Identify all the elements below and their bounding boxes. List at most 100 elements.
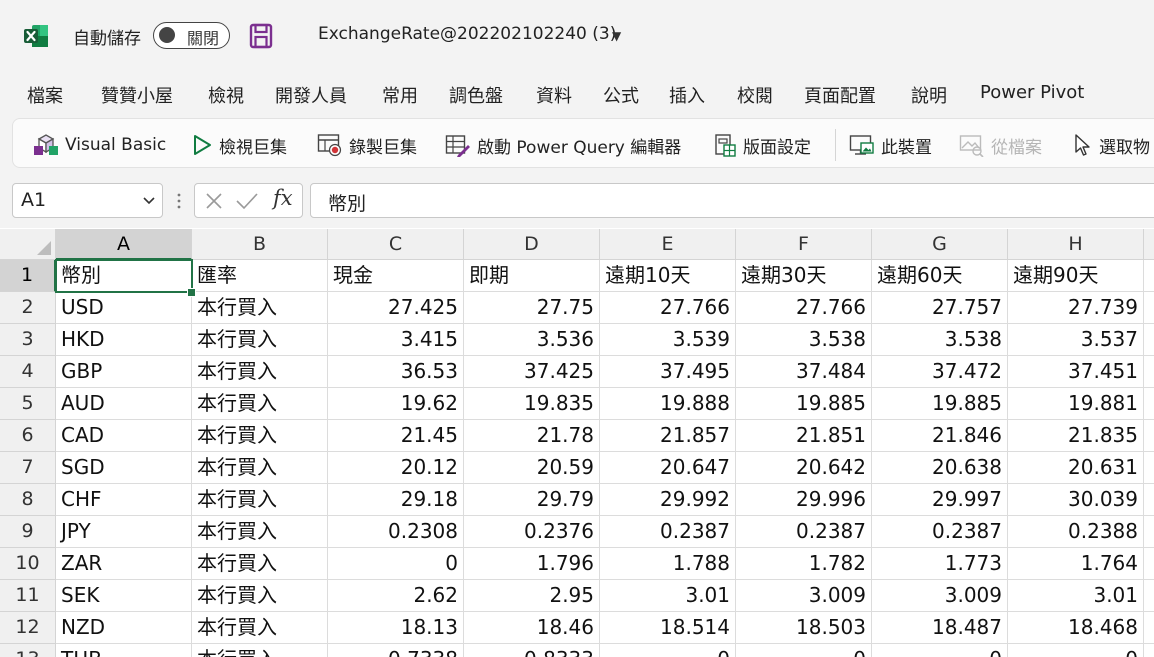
menu-insert[interactable]: 插入 (669, 82, 705, 108)
cell-c8[interactable]: 29.18 (328, 484, 464, 516)
chevron-down-icon[interactable] (141, 192, 157, 208)
autosave-toggle[interactable]: 關閉 (153, 22, 230, 49)
cell-h11[interactable]: 3.01 (1008, 580, 1144, 612)
row-header-12[interactable]: 12 (0, 612, 56, 644)
cancel-icon[interactable] (205, 192, 223, 210)
menu-zanzan[interactable]: 贊贊小屋 (101, 82, 173, 108)
cell-d1[interactable]: 即期 (464, 260, 600, 292)
cell-c7[interactable]: 20.12 (328, 452, 464, 484)
cell-a13[interactable]: THB (56, 644, 192, 657)
cell-h5[interactable]: 19.881 (1008, 388, 1144, 420)
cell-f1[interactable]: 遠期30天 (736, 260, 872, 292)
cell-d7[interactable]: 20.59 (464, 452, 600, 484)
cell-d10[interactable]: 1.796 (464, 548, 600, 580)
menu-power-pivot[interactable]: Power Pivot (980, 82, 1084, 103)
cell-partial[interactable] (1144, 548, 1154, 580)
view-macros-button[interactable]: 檢視巨集 (191, 131, 287, 159)
cell-f8[interactable]: 29.996 (736, 484, 872, 516)
menu-home[interactable]: 常用 (382, 82, 418, 108)
row-header-7[interactable]: 7 (0, 452, 56, 484)
cell-partial[interactable] (1144, 324, 1154, 356)
cell-b9[interactable]: 本行買入 (192, 516, 328, 548)
cell-e13[interactable]: 0 (600, 644, 736, 657)
cell-c2[interactable]: 27.425 (328, 292, 464, 324)
fill-handle[interactable] (187, 288, 196, 297)
row-header-2[interactable]: 2 (0, 292, 56, 324)
cell-f9[interactable]: 0.2387 (736, 516, 872, 548)
cell-h9[interactable]: 0.2388 (1008, 516, 1144, 548)
cell-h8[interactable]: 30.039 (1008, 484, 1144, 516)
cell-d2[interactable]: 27.75 (464, 292, 600, 324)
cell-h2[interactable]: 27.739 (1008, 292, 1144, 324)
select-objects-button[interactable]: 選取物 (1071, 131, 1150, 159)
cell-f12[interactable]: 18.503 (736, 612, 872, 644)
formula-input[interactable]: 幣別 (310, 183, 1154, 218)
menu-page-layout[interactable]: 頁面配置 (804, 82, 876, 108)
row-header-10[interactable]: 10 (0, 548, 56, 580)
cell-f7[interactable]: 20.642 (736, 452, 872, 484)
column-header-e[interactable]: E (600, 229, 736, 260)
cell-g3[interactable]: 3.538 (872, 324, 1008, 356)
cell-h10[interactable]: 1.764 (1008, 548, 1144, 580)
cell-partial[interactable] (1144, 612, 1154, 644)
from-file-button[interactable]: 從檔案 (959, 131, 1042, 159)
cell-d9[interactable]: 0.2376 (464, 516, 600, 548)
cell-h3[interactable]: 3.537 (1008, 324, 1144, 356)
column-header-partial[interactable] (1144, 229, 1154, 260)
cell-e3[interactable]: 3.539 (600, 324, 736, 356)
column-header-d[interactable]: D (464, 229, 600, 260)
cell-g10[interactable]: 1.773 (872, 548, 1008, 580)
visual-basic-button[interactable]: Visual Basic (33, 131, 166, 159)
cell-b7[interactable]: 本行買入 (192, 452, 328, 484)
cell-b1[interactable]: 匯率 (192, 260, 328, 292)
cell-a4[interactable]: GBP (56, 356, 192, 388)
menu-file[interactable]: 檔案 (27, 82, 63, 108)
cell-c1[interactable]: 現金 (328, 260, 464, 292)
cell-partial[interactable] (1144, 356, 1154, 388)
cell-d8[interactable]: 29.79 (464, 484, 600, 516)
cell-e11[interactable]: 3.01 (600, 580, 736, 612)
cell-d13[interactable]: 0.8333 (464, 644, 600, 657)
column-header-a[interactable]: A (56, 229, 192, 260)
cell-d3[interactable]: 3.536 (464, 324, 600, 356)
cell-e2[interactable]: 27.766 (600, 292, 736, 324)
cell-g9[interactable]: 0.2387 (872, 516, 1008, 548)
row-header-4[interactable]: 4 (0, 356, 56, 388)
cell-g8[interactable]: 29.997 (872, 484, 1008, 516)
row-header-8[interactable]: 8 (0, 484, 56, 516)
cell-g7[interactable]: 20.638 (872, 452, 1008, 484)
cell-c9[interactable]: 0.2308 (328, 516, 464, 548)
menu-help[interactable]: 說明 (911, 82, 947, 108)
cell-b2[interactable]: 本行買入 (192, 292, 328, 324)
cell-h6[interactable]: 21.835 (1008, 420, 1144, 452)
cell-d11[interactable]: 2.95 (464, 580, 600, 612)
cell-d4[interactable]: 37.425 (464, 356, 600, 388)
cell-e1[interactable]: 遠期10天 (600, 260, 736, 292)
menu-developer[interactable]: 開發人員 (275, 82, 347, 108)
cell-d5[interactable]: 19.835 (464, 388, 600, 420)
cell-f2[interactable]: 27.766 (736, 292, 872, 324)
cell-partial[interactable] (1144, 292, 1154, 324)
cell-e5[interactable]: 19.888 (600, 388, 736, 420)
record-macro-button[interactable]: 錄製巨集 (317, 131, 417, 159)
name-box[interactable]: A1 (12, 183, 163, 218)
cell-b10[interactable]: 本行買入 (192, 548, 328, 580)
cell-f6[interactable]: 21.851 (736, 420, 872, 452)
select-all-corner[interactable] (0, 229, 56, 260)
column-header-h[interactable]: H (1008, 229, 1144, 260)
more-options-icon[interactable] (176, 191, 182, 211)
row-header-9[interactable]: 9 (0, 516, 56, 548)
cell-c12[interactable]: 18.13 (328, 612, 464, 644)
cell-c3[interactable]: 3.415 (328, 324, 464, 356)
column-header-b[interactable]: B (192, 229, 328, 260)
column-header-c[interactable]: C (328, 229, 464, 260)
row-header-5[interactable]: 5 (0, 388, 56, 420)
save-icon[interactable] (249, 23, 273, 49)
cell-g4[interactable]: 37.472 (872, 356, 1008, 388)
cell-e6[interactable]: 21.857 (600, 420, 736, 452)
cell-a7[interactable]: SGD (56, 452, 192, 484)
cell-e7[interactable]: 20.647 (600, 452, 736, 484)
cell-b4[interactable]: 本行買入 (192, 356, 328, 388)
chevron-down-icon[interactable]: ▼ (612, 29, 621, 43)
document-title[interactable]: ExchangeRate@202202102240 (3) (318, 24, 616, 44)
